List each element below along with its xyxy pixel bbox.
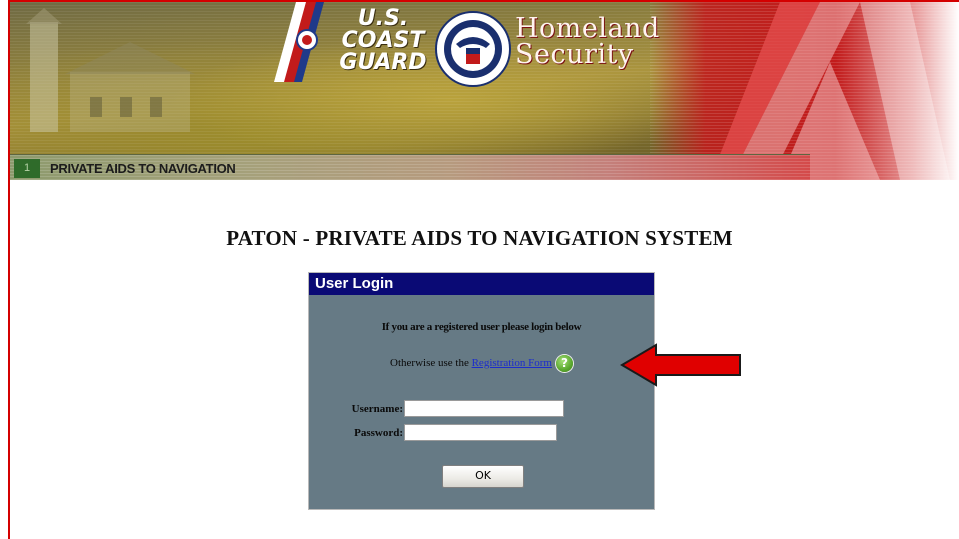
login-intro-text: If you are a registered user please logi… — [381, 321, 582, 333]
registration-form-link[interactable]: Registration Form — [472, 357, 552, 369]
dhs-seal-icon — [435, 11, 511, 87]
uscg-wordmark: U.S. COAST GUARD — [328, 8, 438, 74]
header-banner: U.S. COAST GUARD Homeland Security 1 PRI… — [10, 2, 959, 180]
uscg-line-coast: COAST — [341, 28, 425, 53]
ok-button[interactable]: OK — [442, 465, 524, 488]
nav-strip: 1 PRIVATE AIDS TO NAVIGATION — [10, 154, 810, 180]
nav-section-label[interactable]: PRIVATE AIDS TO NAVIGATION — [50, 159, 236, 178]
uscg-line-us: U.S. — [357, 6, 409, 31]
login-panel: User Login If you are a registered user … — [308, 272, 655, 510]
red-arrow-icon — [620, 343, 741, 387]
dhs-line-security: Security — [515, 39, 634, 70]
login-panel-header: User Login — [309, 273, 654, 295]
uscg-line-guard: GUARD — [339, 50, 427, 75]
registration-line: Otherwise use the Registration Form? — [309, 355, 654, 372]
username-input[interactable] — [404, 400, 564, 417]
registration-prefix: Otherwise use the — [390, 357, 472, 370]
lighthouse-icon — [26, 8, 195, 132]
username-label: Username: — [351, 403, 403, 415]
page-title: PATON - PRIVATE AIDS TO NAVIGATION SYSTE… — [226, 226, 733, 250]
password-input[interactable] — [404, 424, 557, 441]
uscg-emblem-icon — [274, 2, 324, 82]
help-icon[interactable]: ? — [555, 355, 573, 372]
dhs-wordmark: Homeland Security — [515, 15, 660, 70]
nav-number-badge: 1 — [14, 159, 40, 178]
password-label: Password: — [354, 427, 403, 439]
